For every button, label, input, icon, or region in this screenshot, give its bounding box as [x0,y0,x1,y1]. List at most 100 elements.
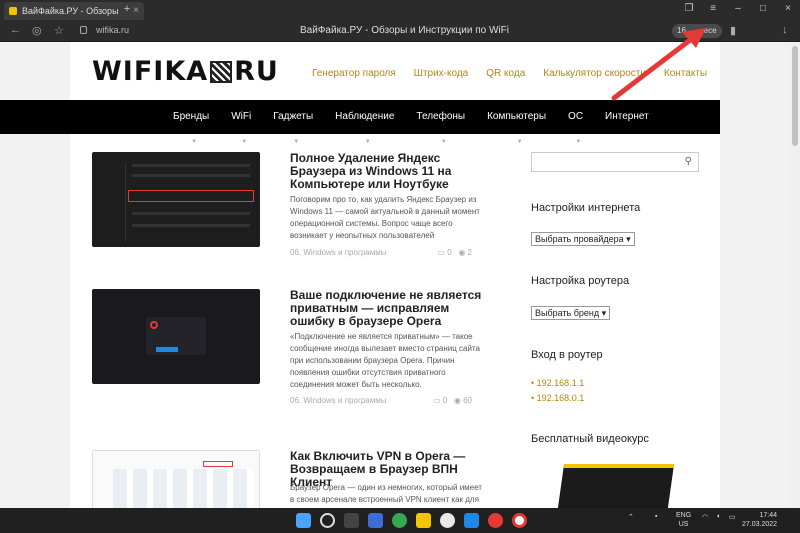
menu-item-internet[interactable]: Интернет [605,100,649,134]
sidebar-heading-router: Настройка роутера [531,275,630,287]
menu-label: WiFi [231,111,252,122]
comment-icon: ▭ [432,396,441,405]
post-excerpt: Браузер Opera — один из немногих, которы… [290,483,482,504]
site-logo[interactable]: WIFIKA RU [92,56,279,87]
eye-icon: ◉ [458,248,466,257]
post-meta: 06. Windows и программы ▭ 0 ◉ 2 [290,248,480,257]
post-title[interactable]: Ваше подключение не является приватным —… [290,289,490,328]
maximize-icon[interactable]: □ [756,2,770,16]
search-icon[interactable] [320,513,335,528]
comment-count: 0 [442,396,448,405]
chevron-down-icon: ▼ [440,139,447,145]
url-field[interactable]: wifika.ru [96,23,286,38]
lang-text: ENG [676,512,692,519]
search-icon[interactable]: ⚲ [685,156,692,167]
menu-item-gadgets[interactable]: Гаджеты ▼ [273,100,313,145]
ip-text: 192.168.1.1 [536,378,585,388]
clock-time: 17:44 [759,512,778,519]
scrollbar-thumb[interactable] [792,46,798,146]
protect-icon[interactable]: ◎ [32,24,42,37]
post-thumbnail[interactable] [92,152,260,247]
chevron-down-icon: ▼ [293,139,300,145]
yandex-browser-icon[interactable] [512,513,527,528]
post-thumbnail[interactable] [92,450,260,508]
main-menu: Бренды ▼ WiFi ▼ Гаджеты ▼ Наблюдение ▼ Телеф… [0,100,720,145]
tabs-icon[interactable]: ❐ [682,2,696,16]
clock-date: 27.03.2022 [742,521,778,528]
view-count: 2 [467,248,472,257]
post-category[interactable]: 06. Windows и программы [290,396,387,405]
close-tab-icon[interactable]: × [133,2,139,20]
brand-select-value: Выбрать бренд [535,308,600,318]
bookmark-icon[interactable]: ▮ [730,24,736,37]
chevron-down-icon: ▼ [364,139,371,145]
ip-text: 192.168.0.1 [536,393,585,403]
post-meta: 06. Windows и программы ▭ 0 ◉ 60 [290,396,480,405]
qr-logo-icon [210,61,233,83]
explorer-icon[interactable] [416,513,431,528]
menu-label: ОС [568,111,584,122]
lock-icon [80,26,87,34]
clock[interactable]: 17:44 27.03.2022 [742,511,777,529]
provider-select[interactable]: Выбрать провайдера ▾ [531,232,635,246]
menu-label: Наблюдение [335,111,395,122]
windows-start-icon[interactable] [296,513,311,528]
chevron-down-icon: ▼ [575,139,582,145]
battery-icon[interactable]: ▭ [729,513,736,521]
brand-select[interactable]: Выбрать бренд ▾ [531,306,611,320]
router-ip-link[interactable]: • 192.168.0.1 [531,393,584,403]
menu-item-wifi[interactable]: WiFi ▼ [231,100,252,145]
menu-item-computers[interactable]: Компьютеры ▼ [487,100,546,145]
bookmark-star-icon[interactable]: ☆ [54,24,64,37]
download-icon[interactable]: ↓ [782,24,788,36]
sidebar-heading-internet: Настройки интернета [531,202,641,214]
comment-count: 0 [447,248,452,257]
link-barcode[interactable]: Штрих-кода [414,68,468,79]
language-indicator[interactable]: ENG US [676,511,691,529]
post-excerpt: Поговорим про то, как удалить Яндекс Бра… [290,195,480,240]
post-title[interactable]: Полное Удаление Яндекс Браузера из Windo… [290,152,490,191]
router-ip-link[interactable]: • 192.168.1.1 [531,378,584,388]
comment-icon: ▭ [437,248,445,257]
search-input[interactable]: ⚲ [531,152,699,172]
sidebar-heading-course: Бесплатный видеокурс [531,433,649,445]
tab-title: ВайФайка.РУ - Обзоры [22,6,119,16]
post-thumbnail[interactable] [92,289,260,384]
app-icon[interactable] [440,513,455,528]
tab-bar: ВайФайка.РУ - Обзоры × + ❐ ≡ – □ × [0,0,800,20]
close-window-icon[interactable]: × [781,2,795,16]
chevron-down-icon: ▼ [516,139,523,145]
volume-icon[interactable]: ◖ [716,513,720,520]
back-icon[interactable]: ← [10,24,21,36]
sidebar-heading-login: Вход в роутер [531,349,603,361]
post-category[interactable]: 06. Windows и программы [290,248,387,257]
site-favicon-icon [9,7,17,15]
minimize-icon[interactable]: – [731,2,745,16]
tray-app-icon[interactable]: ▪ [655,513,657,520]
menu-label: Интернет [605,111,649,122]
taskbar: ⌃ ▪ ENG US ◠ ◖ ▭ 17:44 27.03.2022 [0,508,800,533]
menu-item-phones[interactable]: Телефоны ▼ [416,100,465,145]
menu-item-surveillance[interactable]: Наблюдение ▼ [335,100,395,145]
menu-item-os[interactable]: ОС ▼ [568,100,584,145]
menu-icon[interactable]: ≡ [706,2,720,16]
web-page: WIFIKA RU Генератор пароля Штрих-кода QR … [0,42,790,508]
widgets-icon[interactable] [368,513,383,528]
eye-icon: ◉ [453,396,461,405]
annotation-arrow-icon [611,28,706,101]
new-tab-button[interactable]: + [120,2,134,16]
link-password-generator[interactable]: Генератор пароля [312,68,396,79]
course-banner-image[interactable] [557,464,675,508]
wifi-icon[interactable]: ◠ [702,513,708,521]
menu-item-brands[interactable]: Бренды ▼ [173,100,209,145]
store-icon[interactable] [464,513,479,528]
logo-text: WIFIKA [92,56,209,87]
task-view-icon[interactable] [344,513,359,528]
link-qr[interactable]: QR кода [486,68,525,79]
tray-chevron-icon[interactable]: ⌃ [628,513,634,521]
chrome-icon[interactable] [392,513,407,528]
page-title: ВайФайка.РУ - Обзоры и Инструкции по WiF… [300,25,509,36]
page-scrollbar[interactable] [790,42,800,508]
lang-region: US [678,521,689,528]
opera-icon[interactable] [488,513,503,528]
